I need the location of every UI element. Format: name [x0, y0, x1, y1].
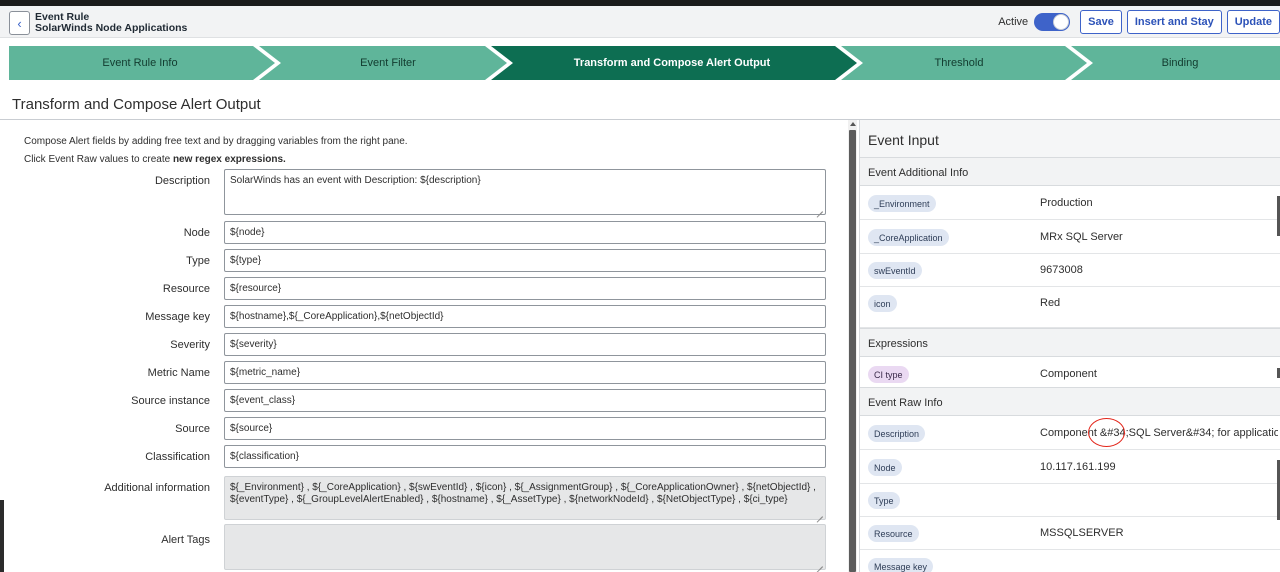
- source-input[interactable]: ${source}: [224, 417, 826, 440]
- expressions-header: Expressions: [860, 328, 1280, 357]
- variable-row[interactable]: Resource MSSQLSERVER: [860, 516, 1280, 550]
- variable-row[interactable]: Message key: [860, 549, 1280, 572]
- expression-pill[interactable]: CI type: [868, 366, 909, 383]
- source-label: Source: [175, 423, 210, 435]
- resource-label: Resource: [162, 283, 210, 295]
- page-header: ‹ Event Rule SolarWinds Node Application…: [0, 6, 1280, 38]
- toggle-knob: [1053, 14, 1070, 30]
- alert-tags-textarea: [224, 524, 826, 570]
- source-instance-input[interactable]: ${event_class}: [224, 389, 826, 412]
- wizard-step-binding[interactable]: Binding: [1087, 46, 1273, 80]
- node-label: Node: [183, 227, 210, 239]
- variable-row[interactable]: Description Component &#34;SQL Server&#3…: [860, 416, 1280, 450]
- wizard-step-threshold[interactable]: Threshold: [857, 46, 1061, 80]
- metric-name-input[interactable]: ${metric_name}: [224, 361, 826, 384]
- resize-grip-icon: [816, 510, 823, 517]
- message-key-label: Message key: [145, 311, 210, 323]
- raw-value[interactable]: MSSQLSERVER: [1040, 527, 1278, 539]
- form-scrollbar-thumb[interactable]: [849, 130, 856, 572]
- wizard-step-transform-compose[interactable]: Transform and Compose Alert Output: [507, 46, 837, 80]
- variable-row[interactable]: _Environment Production: [860, 186, 1280, 220]
- record-name: SolarWinds Node Applications: [35, 22, 188, 34]
- intro-regex-prefix: Click Event Raw values to create: [24, 154, 173, 165]
- resource-input[interactable]: ${resource}: [224, 277, 826, 300]
- event-input-pane: Event Input Event Additional Info _Envir…: [859, 120, 1280, 572]
- message-key-input[interactable]: ${hostname},${_CoreApplication},${netObj…: [224, 305, 826, 328]
- alert-tags-label: Alert Tags: [161, 534, 210, 546]
- node-input[interactable]: ${node}: [224, 221, 826, 244]
- description-value: SolarWinds has an event with Description…: [230, 175, 481, 186]
- description-label: Description: [154, 175, 210, 187]
- resize-grip-icon[interactable]: [816, 205, 823, 212]
- event-input-title: Event Input: [860, 120, 1280, 158]
- intro-regex-hint: Click Event Raw values to create new reg…: [24, 154, 286, 165]
- variable-pill[interactable]: _Environment: [868, 195, 936, 212]
- source-instance-label: Source instance: [131, 395, 210, 407]
- variable-pill[interactable]: _CoreApplication: [868, 229, 949, 246]
- insert-and-stay-button[interactable]: Insert and Stay: [1126, 10, 1222, 34]
- chevron-left-icon: ‹: [17, 15, 22, 31]
- wizard-steps: Event Rule Info Event Filter Transform a…: [9, 46, 1280, 80]
- variable-pill[interactable]: icon: [868, 295, 897, 312]
- variable-pill[interactable]: Node: [868, 459, 902, 476]
- wizard-step-event-filter[interactable]: Event Filter: [275, 46, 501, 80]
- expression-value: Component: [1040, 368, 1097, 380]
- resize-grip-icon: [816, 560, 823, 567]
- type-label: Type: [186, 255, 210, 267]
- variable-row[interactable]: Type: [860, 483, 1280, 517]
- type-input[interactable]: ${type}: [224, 249, 826, 272]
- wizard-step-event-rule-info[interactable]: Event Rule Info: [9, 46, 271, 80]
- compose-form: Compose Alert fields by adding free text…: [0, 120, 846, 572]
- severity-label: Severity: [170, 339, 210, 351]
- classification-label: Classification: [145, 451, 210, 463]
- metric-name-label: Metric Name: [147, 367, 210, 379]
- variable-row[interactable]: Node 10.117.161.199: [860, 450, 1280, 484]
- variable-row[interactable]: icon Red: [860, 286, 1280, 328]
- raw-value[interactable]: 10.117.161.199: [1040, 461, 1278, 473]
- variable-pill[interactable]: Description: [868, 425, 926, 442]
- variable-pill[interactable]: Message key: [868, 558, 934, 572]
- active-toggle[interactable]: [1034, 13, 1071, 31]
- additional-information-textarea: ${_Environment} , ${_CoreApplication} , …: [224, 476, 826, 520]
- intro-regex-bold: new regex expressions.: [172, 154, 286, 165]
- additional-information-value: ${_Environment} , ${_CoreApplication} , …: [230, 482, 816, 505]
- event-additional-info-header: Event Additional Info: [860, 157, 1280, 186]
- variable-pill[interactable]: swEventId: [868, 262, 922, 279]
- record-title: Event Rule SolarWinds Node Applications: [35, 12, 187, 34]
- variable-value: 9673008: [1040, 264, 1083, 276]
- variable-value: Red: [1040, 297, 1061, 309]
- update-button[interactable]: Update: [1226, 10, 1280, 34]
- variable-row[interactable]: CI type Component: [860, 357, 1280, 391]
- severity-input[interactable]: ${severity}: [224, 333, 826, 356]
- raw-value[interactable]: Component &#34;SQL Server&#34; for appli…: [1040, 427, 1278, 439]
- variable-value: Production: [1040, 197, 1093, 209]
- header-actions: Active Save Insert and Stay Update: [998, 10, 1280, 34]
- variable-pill[interactable]: Type: [868, 492, 900, 509]
- scroll-up-arrow-icon[interactable]: [850, 122, 856, 126]
- variable-row[interactable]: _CoreApplication MRx SQL Server: [860, 220, 1280, 254]
- variable-pill[interactable]: Resource: [868, 525, 919, 542]
- variable-value: MRx SQL Server: [1040, 231, 1123, 243]
- classification-input[interactable]: ${classification}: [224, 445, 826, 468]
- intro-text: Compose Alert fields by adding free text…: [24, 136, 408, 147]
- additional-information-label: Additional information: [104, 482, 210, 494]
- left-edge-shadow: [0, 500, 4, 572]
- section-title: Transform and Compose Alert Output: [12, 96, 261, 113]
- description-textarea[interactable]: SolarWinds has an event with Description…: [224, 169, 826, 215]
- back-button[interactable]: ‹: [9, 11, 30, 35]
- active-label: Active: [998, 16, 1029, 28]
- event-raw-info-header: Event Raw Info: [860, 387, 1280, 416]
- save-button[interactable]: Save: [1080, 10, 1122, 34]
- red-annotation-circle: [1088, 418, 1125, 447]
- variable-row[interactable]: swEventId 9673008: [860, 253, 1280, 287]
